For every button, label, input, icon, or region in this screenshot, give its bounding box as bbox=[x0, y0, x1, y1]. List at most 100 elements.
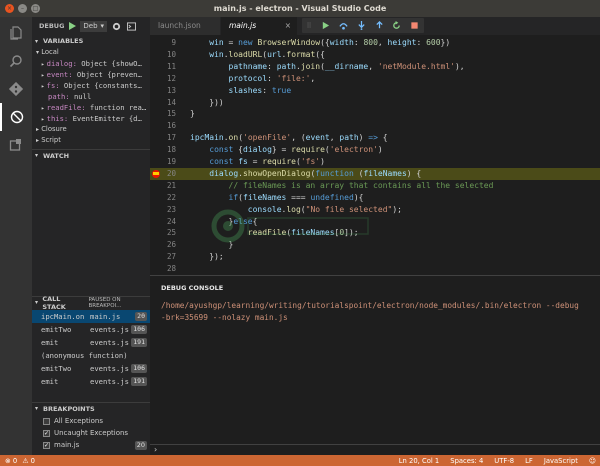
frame-file: main.js bbox=[90, 312, 121, 321]
console-output-line: /home/ayushgp/learning/writing/tutorials… bbox=[161, 301, 579, 310]
tab-launch-json[interactable]: launch.json bbox=[150, 17, 220, 35]
scope-local[interactable]: ▾ Local bbox=[32, 47, 150, 58]
chevron-down-icon: ▾ bbox=[100, 21, 105, 30]
close-icon[interactable]: × bbox=[285, 17, 291, 35]
variable-name: dialog: bbox=[46, 59, 77, 68]
breakpoint-item[interactable]: All Exceptions bbox=[32, 415, 150, 427]
step-over-icon[interactable] bbox=[338, 21, 348, 30]
variable-name: path: bbox=[48, 92, 70, 101]
variable-row[interactable]: ▸ readFile: function rea… bbox=[32, 102, 150, 113]
variable-row[interactable]: ▸ fs: Object {constants… bbox=[32, 80, 150, 91]
code-line: 9 win = new BrowserWindow({width: 800, h… bbox=[171, 38, 451, 47]
checkbox-unchecked-icon[interactable] bbox=[43, 417, 50, 425]
code-line: 16 bbox=[166, 121, 176, 131]
breakpoints-list: All Exceptions ✓ Uncaught Exceptions ✓ main.… bbox=[32, 415, 150, 451]
callstack-list: ipcMain.on main.js 20 emitTwo events.js 106 em… bbox=[32, 310, 150, 388]
frame-line-badge: 106 bbox=[131, 364, 147, 373]
panel-title: DEBUG CONSOLE bbox=[161, 284, 224, 292]
tab-main-js[interactable]: main.js × bbox=[221, 17, 297, 35]
breakpoints-section-header[interactable]: ▾ BREAKPOINTS bbox=[32, 402, 150, 414]
gear-icon[interactable] bbox=[112, 22, 121, 31]
frame-line-badge: 106 bbox=[131, 325, 147, 334]
variable-name: this: bbox=[46, 114, 69, 123]
variables-section-header[interactable]: ▾ VARIABLES bbox=[32, 35, 150, 47]
error-icon: ⊗ bbox=[5, 456, 11, 465]
variable-value: Object {preven… bbox=[72, 70, 142, 79]
checkbox-checked-icon[interactable]: ✓ bbox=[43, 441, 50, 449]
checkbox-checked-icon[interactable]: ✓ bbox=[43, 429, 50, 437]
continue-icon[interactable] bbox=[321, 21, 330, 30]
variables-list: ▸ dialog: Object {showO… ▸ event: Object {p… bbox=[32, 58, 150, 124]
callstack-frame[interactable]: emit events.js 191 bbox=[32, 336, 150, 349]
scope-script[interactable]: ▸ Script bbox=[32, 135, 150, 146]
code-line: 22 if(fileNames === undefined){ bbox=[166, 192, 364, 202]
terminal-icon[interactable] bbox=[127, 21, 137, 31]
variable-row[interactable]: path: null bbox=[32, 91, 150, 102]
line-ending[interactable]: LF bbox=[525, 457, 533, 465]
problems-status[interactable]: ⊗ 0 ⚠ 0 bbox=[5, 457, 35, 465]
debug-activity[interactable] bbox=[0, 103, 32, 131]
code-line: 28 bbox=[166, 264, 176, 274]
start-debugging-icon[interactable] bbox=[68, 22, 77, 30]
title-bar: × – □ main.js - electron - Visual Studio… bbox=[0, 0, 600, 17]
callstack-frame[interactable]: emitTwo events.js 106 bbox=[32, 323, 150, 336]
code-line: 13 slashes: true bbox=[166, 85, 292, 95]
step-into-icon[interactable] bbox=[357, 21, 366, 30]
breakpoint-label: Uncaught Exceptions bbox=[54, 429, 129, 437]
variable-value: Object {constants… bbox=[59, 81, 142, 90]
frame-function: emit bbox=[41, 377, 59, 386]
stop-icon[interactable] bbox=[410, 21, 419, 30]
debug-icon bbox=[10, 110, 24, 124]
code-line: 19 const fs = require('fs') bbox=[166, 157, 325, 166]
window-minimize-button[interactable]: – bbox=[18, 4, 27, 13]
cursor-position[interactable]: Ln 20, Col 1 bbox=[399, 457, 440, 465]
console-output-line: -brk=35699 --nolazy main.js bbox=[161, 313, 288, 322]
collapsed-icon: ▸ bbox=[41, 116, 45, 123]
step-out-icon[interactable] bbox=[375, 21, 384, 30]
console-input[interactable]: › bbox=[150, 444, 600, 455]
encoding[interactable]: UTF-8 bbox=[494, 457, 514, 465]
callstack-section-header[interactable]: ▾ CALL STACK PAUSED ON BREAKPOI… bbox=[32, 295, 150, 311]
frame-function: ipcMain.on bbox=[41, 312, 85, 321]
watch-section-header[interactable]: ▾ WATCH bbox=[32, 149, 150, 161]
breakpoint-item[interactable]: ✓ Uncaught Exceptions bbox=[32, 427, 150, 439]
code-line: 10 win.loadURL(url.format({ bbox=[166, 49, 325, 59]
frame-file: events.js bbox=[90, 325, 129, 334]
callstack-frame[interactable]: ipcMain.on main.js 20 bbox=[32, 310, 150, 323]
status-bar: ⊗ 0 ⚠ 0 Ln 20, Col 1 Spaces: 4 UTF-8 LF … bbox=[0, 455, 600, 466]
code-editor[interactable]: 9 win = new BrowserWindow({width: 800, h… bbox=[150, 35, 600, 275]
expanded-icon: ▾ bbox=[36, 49, 40, 56]
files-icon bbox=[10, 26, 22, 40]
callstack-status: PAUSED ON BREAKPOI… bbox=[88, 296, 122, 309]
code-line: 24 }else{ bbox=[166, 216, 258, 226]
breakpoint-label: All Exceptions bbox=[54, 417, 103, 425]
callstack-frame[interactable]: emit events.js 191 bbox=[32, 375, 150, 388]
indentation[interactable]: Spaces: 4 bbox=[450, 457, 483, 465]
git-activity[interactable] bbox=[0, 75, 32, 103]
variable-row[interactable]: ▸ this: EventEmitter {d… bbox=[32, 113, 150, 124]
code-line: 21 // fileNames is an array that contain… bbox=[166, 180, 494, 190]
window-close-button[interactable]: × bbox=[5, 4, 14, 13]
debug-toolbar: DEBUG Deb ▾ bbox=[32, 17, 150, 35]
editor-tabs: launch.json main.js × ⠿ bbox=[150, 17, 600, 35]
search-activity[interactable] bbox=[0, 47, 32, 75]
breakpoint-item[interactable]: ✓ main.js 20 bbox=[32, 439, 150, 451]
restart-icon[interactable] bbox=[392, 21, 401, 30]
feedback-icon[interactable]: ☺ bbox=[589, 457, 596, 465]
drag-handle-icon[interactable]: ⠿ bbox=[306, 22, 311, 30]
explorer-activity[interactable] bbox=[0, 19, 32, 47]
language-mode[interactable]: JavaScript bbox=[544, 457, 578, 465]
callstack-frame[interactable]: (anonymous function) bbox=[32, 349, 150, 362]
window-maximize-button[interactable]: □ bbox=[31, 4, 40, 13]
collapsed-icon: ▸ bbox=[36, 126, 40, 133]
search-icon bbox=[9, 55, 22, 68]
callstack-frame[interactable]: emitTwo events.js 106 bbox=[32, 362, 150, 375]
variable-value: function rea… bbox=[85, 103, 147, 112]
prompt-icon: › bbox=[154, 445, 158, 454]
extensions-activity[interactable] bbox=[0, 131, 32, 159]
variable-row[interactable]: ▸ dialog: Object {showO… bbox=[32, 58, 150, 69]
scope-closure[interactable]: ▸ Closure bbox=[32, 124, 150, 135]
variable-name: fs: bbox=[46, 81, 60, 90]
debug-config-select[interactable]: Deb ▾ bbox=[80, 20, 108, 32]
variable-row[interactable]: ▸ event: Object {preven… bbox=[32, 69, 150, 80]
